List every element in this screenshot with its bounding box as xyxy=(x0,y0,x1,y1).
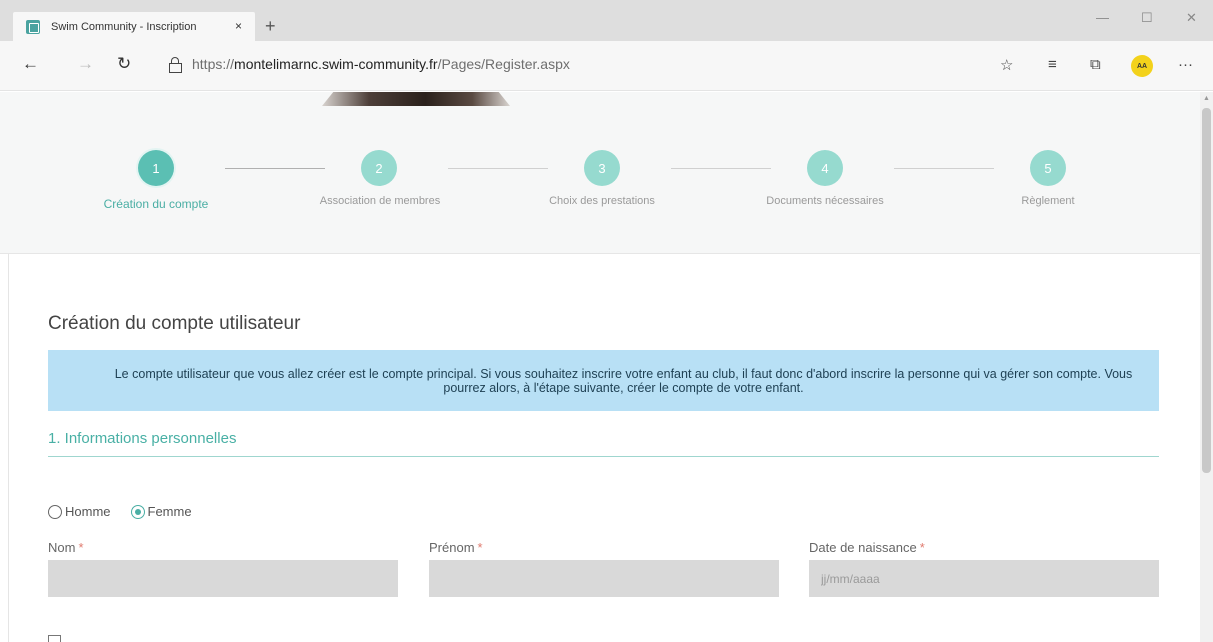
browser-tab[interactable]: Swim Community - Inscription × xyxy=(13,12,255,41)
radio-femme-label[interactable]: Femme xyxy=(148,504,192,519)
dob-label-text: Date de naissance xyxy=(809,540,917,555)
nom-label: Nom * xyxy=(48,540,84,555)
step-4-circle[interactable]: 4 xyxy=(807,150,843,186)
prenom-label-text: Prénom xyxy=(429,540,475,555)
refresh-icon[interactable]: ↻ xyxy=(117,55,131,73)
step-4-label: Documents nécessaires xyxy=(766,195,884,207)
scroll-thumb[interactable] xyxy=(1202,108,1211,473)
step-3-label: Choix des prestations xyxy=(549,195,655,207)
browser-tab-bar: Swim Community - Inscription × + — ☐ ✕ xyxy=(0,0,1213,41)
scroll-up-icon[interactable]: ▲ xyxy=(1203,95,1210,102)
hero-photo xyxy=(322,92,510,106)
info-alert-text: Le compte utilisateur que vous allez cré… xyxy=(114,367,1133,395)
page-title: Création du compte utilisateur xyxy=(48,313,301,334)
step-2-circle[interactable]: 2 xyxy=(361,150,397,186)
nom-input[interactable] xyxy=(48,560,398,597)
avatar[interactable]: AA xyxy=(1131,55,1153,77)
step-connector xyxy=(225,168,325,169)
step-1-circle[interactable]: 1 xyxy=(138,150,174,186)
back-arrow-icon[interactable]: ← xyxy=(22,55,39,73)
tab-title: Swim Community - Inscription xyxy=(51,20,197,33)
step-connector xyxy=(671,168,771,169)
required-mark: * xyxy=(78,540,84,555)
required-mark: * xyxy=(919,540,925,555)
new-tab-icon[interactable]: + xyxy=(265,17,276,35)
step-1-label: Création du compte xyxy=(103,197,209,211)
scrollbar[interactable]: ▲ xyxy=(1200,92,1213,642)
minimize-icon[interactable]: — xyxy=(1096,10,1109,25)
section-divider xyxy=(48,456,1159,457)
favorite-star-icon[interactable]: ☆ xyxy=(1000,56,1013,74)
url-prefix: https:// xyxy=(192,56,235,72)
radio-femme[interactable] xyxy=(130,504,145,519)
radio-homme[interactable] xyxy=(48,504,62,519)
maximize-icon[interactable]: ☐ xyxy=(1141,10,1153,26)
dob-input[interactable] xyxy=(809,560,1159,597)
content-border xyxy=(8,254,9,642)
url-host: montelimarnc.swim-community.fr xyxy=(234,56,438,72)
address-bar: ← → ↻ https://montelimarnc.swim-communit… xyxy=(0,41,1213,91)
page-content: 1 2 3 4 5 Création du compte Association… xyxy=(0,92,1200,642)
collections-icon[interactable]: ⧉ xyxy=(1090,56,1101,73)
prenom-input[interactable] xyxy=(429,560,779,597)
more-options-icon[interactable]: ··· xyxy=(1178,56,1193,73)
url-field[interactable]: https://montelimarnc.swim-community.fr/P… xyxy=(192,56,570,72)
step-connector xyxy=(448,168,548,169)
section-title: 1. Informations personnelles xyxy=(48,430,237,447)
site-favicon-icon xyxy=(26,19,40,34)
favorites-list-icon[interactable]: ≡ xyxy=(1048,56,1057,73)
lock-icon[interactable] xyxy=(169,57,182,73)
step-3-circle[interactable]: 3 xyxy=(584,150,620,186)
step-connector xyxy=(894,168,994,169)
step-2-label: Association de membres xyxy=(319,195,441,207)
required-mark: * xyxy=(477,540,483,555)
step-5-label: Règlement xyxy=(1021,195,1075,207)
gender-radio-group: Homme Femme xyxy=(48,504,212,519)
tab-close-icon[interactable]: × xyxy=(235,19,242,33)
dob-label: Date de naissance * xyxy=(809,540,925,555)
prenom-label: Prénom * xyxy=(429,540,483,555)
forward-arrow-icon[interactable]: → xyxy=(77,55,94,73)
info-alert: Le compte utilisateur que vous allez cré… xyxy=(48,350,1159,411)
step-5-circle[interactable]: 5 xyxy=(1030,150,1066,186)
stepper-header: 1 2 3 4 5 Création du compte Association… xyxy=(0,92,1200,254)
checkbox[interactable] xyxy=(48,635,61,642)
radio-homme-label[interactable]: Homme xyxy=(65,504,111,519)
url-path: /Pages/Register.aspx xyxy=(437,56,570,72)
nom-label-text: Nom xyxy=(48,540,76,555)
close-window-icon[interactable]: ✕ xyxy=(1186,10,1197,26)
